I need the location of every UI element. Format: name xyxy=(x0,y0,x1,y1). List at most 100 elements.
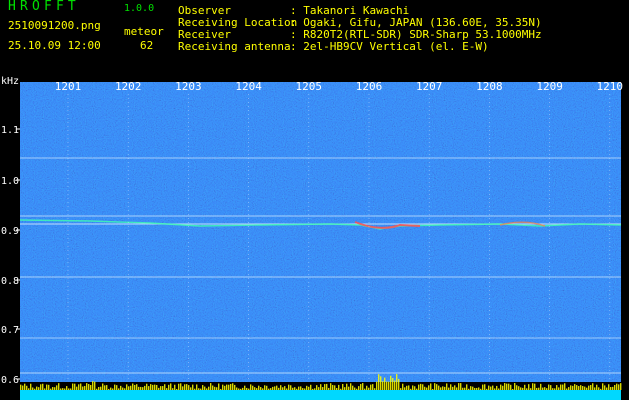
level-peak xyxy=(512,388,514,390)
level-peak xyxy=(556,385,558,390)
y-tick-label: 1.0 xyxy=(1,176,19,187)
level-peak xyxy=(160,386,162,390)
level-peak xyxy=(430,383,432,390)
level-peak xyxy=(608,384,610,390)
level-peak xyxy=(372,384,374,390)
level-peak xyxy=(216,387,218,390)
level-peak xyxy=(448,387,450,390)
level-peak xyxy=(342,383,344,390)
level-peak xyxy=(516,385,518,390)
level-peak xyxy=(98,386,100,390)
level-peak xyxy=(212,385,214,390)
level-peak xyxy=(570,385,572,390)
level-peak xyxy=(202,385,204,390)
level-peak xyxy=(450,384,452,390)
level-peak xyxy=(354,387,356,390)
x-tick-label: 1206 xyxy=(356,80,383,93)
level-peak xyxy=(250,384,252,390)
level-peak xyxy=(162,386,164,390)
level-peak xyxy=(238,388,240,390)
level-peak xyxy=(526,388,528,390)
level-peak xyxy=(542,387,544,390)
level-peak xyxy=(60,388,62,390)
level-peak xyxy=(490,386,492,390)
level-peak xyxy=(436,384,438,390)
level-peak xyxy=(472,386,474,390)
level-peak xyxy=(74,383,76,390)
x-tick-label: 1210 xyxy=(597,80,624,93)
level-peak xyxy=(122,387,124,390)
level-peak xyxy=(394,380,396,390)
level-peak xyxy=(164,384,166,390)
level-peak xyxy=(334,385,336,390)
level-peak xyxy=(84,385,86,390)
level-peak xyxy=(384,377,386,390)
level-peak xyxy=(34,388,36,390)
level-peak xyxy=(396,374,398,390)
level-peak xyxy=(552,388,554,390)
level-peak xyxy=(368,387,370,390)
level-peak xyxy=(242,387,244,390)
level-peak xyxy=(58,383,60,390)
level-peak xyxy=(320,384,322,390)
level-peak xyxy=(348,386,350,390)
antenna-label: Receiving antenna xyxy=(178,40,291,53)
level-peak xyxy=(410,388,412,390)
level-peak xyxy=(248,388,250,390)
level-peak xyxy=(240,388,242,390)
level-peak xyxy=(378,374,380,390)
level-peak xyxy=(602,383,604,390)
level-peak xyxy=(308,386,310,390)
level-peak xyxy=(546,388,548,390)
level-peak xyxy=(440,387,442,390)
level-peak xyxy=(166,388,168,390)
level-peak xyxy=(310,384,312,390)
level-peak xyxy=(114,384,116,390)
level-peak xyxy=(514,383,516,390)
level-peak xyxy=(270,388,272,390)
level-peak xyxy=(586,387,588,390)
level-peak xyxy=(466,384,468,390)
level-peak xyxy=(366,385,368,390)
level-peak xyxy=(62,388,64,390)
level-peak xyxy=(54,387,56,390)
level-peak xyxy=(520,387,522,390)
level-peak xyxy=(486,388,488,390)
level-peak xyxy=(312,388,314,390)
level-peak xyxy=(134,384,136,390)
level-peak xyxy=(494,388,496,390)
x-tick-label: 1209 xyxy=(536,80,563,93)
level-peak xyxy=(560,384,562,390)
level-peak xyxy=(256,388,258,390)
level-peak xyxy=(474,387,476,390)
level-peak xyxy=(120,385,122,390)
level-peak xyxy=(426,387,428,390)
level-peak xyxy=(574,384,576,390)
level-peak xyxy=(572,385,574,390)
level-peak xyxy=(174,384,176,390)
level-peak xyxy=(194,388,196,390)
level-peak xyxy=(336,388,338,390)
level-peak xyxy=(502,385,504,390)
level-peak xyxy=(462,387,464,390)
level-peak xyxy=(300,386,302,390)
level-peak xyxy=(78,384,80,390)
level-peak xyxy=(314,388,316,390)
level-peak xyxy=(102,383,104,390)
level-peak xyxy=(576,385,578,390)
level-peak xyxy=(176,388,178,390)
level-peak xyxy=(64,388,66,390)
level-peak xyxy=(56,385,58,390)
level-peak xyxy=(210,383,212,390)
level-peak xyxy=(296,388,298,390)
level-peak xyxy=(280,385,282,390)
level-peak xyxy=(232,383,234,390)
level-peak xyxy=(246,387,248,390)
level-peak xyxy=(370,384,372,390)
level-peak xyxy=(26,385,28,390)
y-axis-unit: kHz xyxy=(1,76,19,87)
level-peak xyxy=(350,383,352,390)
level-peak xyxy=(438,385,440,390)
app-version: 1.0.0 xyxy=(124,3,155,14)
level-peak xyxy=(182,386,184,390)
